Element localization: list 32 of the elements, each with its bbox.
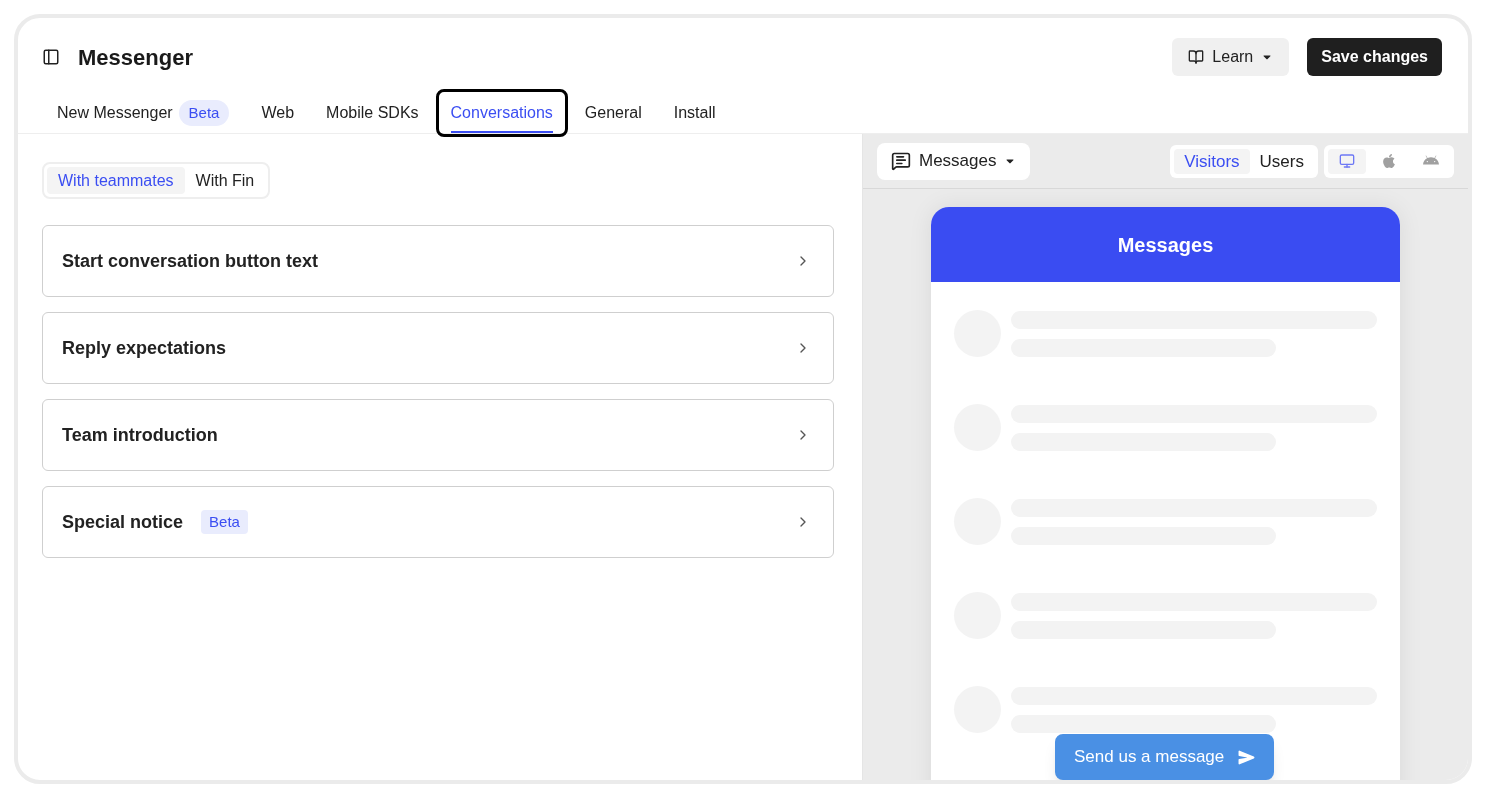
settings-row[interactable]: Team introduction <box>42 399 834 471</box>
desktop-icon <box>1339 153 1355 169</box>
apple-icon <box>1381 153 1397 169</box>
audience-option[interactable]: Visitors <box>1174 148 1250 174</box>
save-button[interactable]: Save changes <box>1307 38 1442 76</box>
audience-option[interactable]: Users <box>1249 148 1314 174</box>
page-title: Messenger <box>78 43 193 72</box>
message-icon <box>891 151 911 171</box>
tab[interactable]: General <box>569 89 657 137</box>
setting-label: Reply expectations <box>62 336 227 360</box>
setting-label: Start conversation button text <box>62 249 319 273</box>
device-option[interactable] <box>1328 148 1366 174</box>
messenger-title: Messages <box>1117 232 1214 258</box>
book-icon <box>1188 49 1205 65</box>
settings-row[interactable]: Reply expectations <box>42 312 834 384</box>
tab[interactable]: Mobile SDKs <box>311 89 434 137</box>
beta-badge: Beta <box>178 99 230 127</box>
tab[interactable]: Conversations <box>435 89 568 137</box>
settings-row[interactable]: Start conversation button text <box>42 225 834 297</box>
send-icon <box>1238 748 1256 766</box>
setting-label: Special notice <box>62 510 184 534</box>
settings-row[interactable]: Special notice Beta <box>42 486 834 558</box>
messages-dropdown[interactable]: Messages <box>877 142 1031 180</box>
tab[interactable]: Install <box>658 89 731 137</box>
beta-badge: Beta <box>201 509 248 535</box>
learn-button[interactable]: Learn <box>1172 38 1290 76</box>
setting-label: Team introduction <box>62 423 218 447</box>
segment-option[interactable]: With teammates <box>47 167 185 194</box>
segment-option[interactable]: With Fin <box>184 167 266 194</box>
tab[interactable]: New Messenger Beta <box>42 89 245 137</box>
sidebar-toggle-icon[interactable] <box>42 48 60 66</box>
tab[interactable]: Web <box>246 89 310 137</box>
